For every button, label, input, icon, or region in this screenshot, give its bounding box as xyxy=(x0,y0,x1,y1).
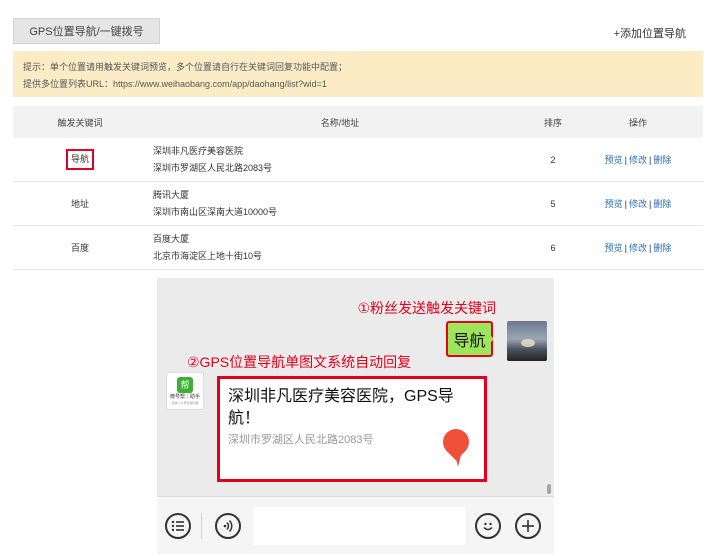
delete-link[interactable]: 删除 xyxy=(653,155,671,165)
table-row: 地址 腾讯大厦 深圳市南山区深南大道10000号 5 预览 | 修改 | 删除 xyxy=(13,182,703,226)
card-description: 深圳市罗湖区人民北路2083号 xyxy=(228,434,374,446)
table-row: 百度 百度大厦 北京市海淀区上地十街10号 6 预览 | 修改 | 删除 xyxy=(13,226,703,270)
location-address: 深圳市罗湖区人民北路2083号 xyxy=(153,162,273,173)
tips-line-2: 提供多位置列表URL：https://www.weihaobang.com/ap… xyxy=(23,79,327,89)
tips-line-1: 提示：单个位置请用触发关键词预览，多个位置请自行在关键词回复功能中配置； xyxy=(23,62,348,72)
preview-link[interactable]: 预览 xyxy=(605,155,623,165)
header-actions: 操作 xyxy=(628,117,647,128)
location-name: 深圳非凡医疗美容医院 xyxy=(153,145,244,156)
news-card[interactable]: 深圳非凡医疗美容医院，GPS导航！ 深圳市罗湖区人民北路2083号 xyxy=(217,376,487,482)
annotation-step-2: ②GPS位置导航单图文系统自动回复 xyxy=(187,354,412,370)
add-location-link[interactable]: +添加位置导航 xyxy=(614,25,686,41)
input-bar xyxy=(157,496,554,554)
voice-icon[interactable] xyxy=(215,513,241,539)
order-cell: 5 xyxy=(550,198,556,209)
location-name: 腾讯大厦 xyxy=(153,189,190,200)
bot-tagline: 微信公众号营销利器 xyxy=(171,401,199,405)
location-address: 北京市海淀区上地十街10号 xyxy=(153,250,263,261)
delete-link[interactable]: 删除 xyxy=(653,199,671,209)
annotation-step-1: ①粉丝发送触发关键词 xyxy=(357,300,496,316)
order-cell: 6 xyxy=(550,242,556,253)
menu-icon[interactable] xyxy=(165,513,191,539)
chat-preview: ①粉丝发送触发关键词 导航 ②GPS位置导航单图文系统自动回复 帮 微号帮｜助手… xyxy=(157,278,554,554)
keyword-cell: 导航 xyxy=(65,149,94,170)
bot-avatar[interactable]: 帮 微号帮｜助手 微信公众号营销利器 xyxy=(166,372,204,410)
location-address: 深圳市南山区深南大道10000号 xyxy=(153,206,278,217)
bot-logo-icon: 帮 xyxy=(177,377,193,393)
header-order: 排序 xyxy=(543,117,562,128)
tips-panel: 提示：单个位置请用触发关键词预览，多个位置请自行在关键词回复功能中配置； 提供多… xyxy=(13,51,703,97)
location-name: 百度大厦 xyxy=(153,233,190,244)
user-avatar[interactable] xyxy=(507,321,547,361)
delete-link[interactable]: 删除 xyxy=(653,243,671,253)
keyword-cell: 百度 xyxy=(70,243,89,253)
header-name-address: 名称/地址 xyxy=(320,117,360,128)
table-row: 导航 深圳非凡医疗美容医院 深圳市罗湖区人民北路2083号 2 预览 | 修改 | 删除 xyxy=(13,138,703,182)
edit-link[interactable]: 修改 xyxy=(629,199,647,209)
bot-name: 微号帮｜助手 xyxy=(169,394,200,400)
card-title: 深圳非凡医疗美容医院，GPS导航！ xyxy=(228,388,454,427)
map-pin-tail xyxy=(455,455,461,467)
preview-link[interactable]: 预览 xyxy=(605,243,623,253)
emoji-icon[interactable] xyxy=(475,513,501,539)
navigation-table: 触发关键词 名称/地址 排序 操作 导航 深圳非凡医疗美容医院 深圳市罗湖区人民… xyxy=(13,106,703,270)
divider xyxy=(201,513,202,539)
user-message-bubble: 导航 xyxy=(446,321,494,357)
tab-gps-navigation[interactable]: GPS位置导航/一键拨号 xyxy=(13,18,160,44)
header-keyword: 触发关键词 xyxy=(57,117,103,128)
message-input[interactable] xyxy=(253,507,466,545)
edit-link[interactable]: 修改 xyxy=(629,243,647,253)
keyword-cell: 地址 xyxy=(70,199,89,209)
scrollbar[interactable] xyxy=(547,484,551,494)
table-header: 触发关键词 名称/地址 排序 操作 xyxy=(13,106,703,138)
preview-link[interactable]: 预览 xyxy=(605,199,623,209)
plus-icon[interactable] xyxy=(515,513,541,539)
order-cell: 2 xyxy=(550,154,556,165)
edit-link[interactable]: 修改 xyxy=(629,155,647,165)
